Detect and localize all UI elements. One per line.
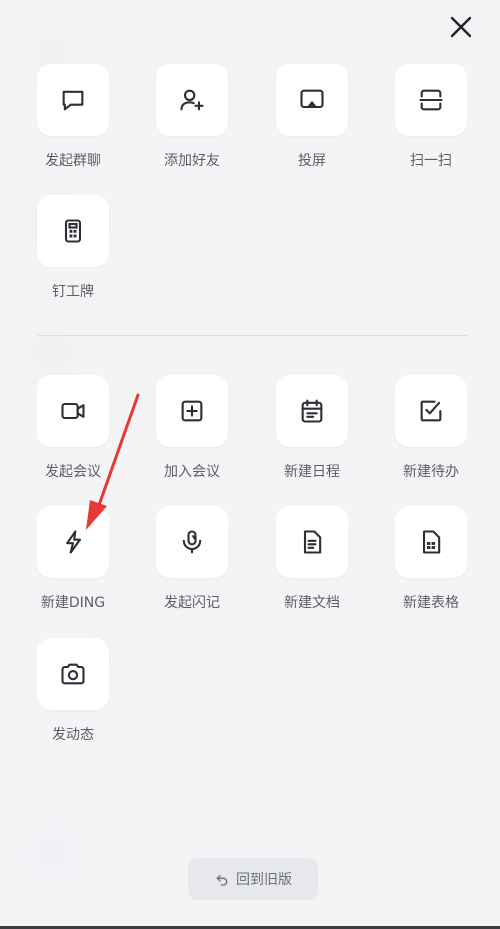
badge-card-icon	[64, 219, 82, 243]
new-todo-label: 新建待办	[403, 464, 459, 480]
new-todo-button[interactable]	[395, 375, 467, 447]
scan-icon	[419, 89, 443, 111]
add-friend-label: 添加好友	[164, 153, 220, 169]
undo-icon	[216, 875, 228, 886]
ding-badge-button[interactable]	[37, 195, 109, 267]
add-friend-button[interactable]	[156, 64, 228, 136]
scan-label: 扫一扫	[410, 153, 452, 169]
new-document-label: 新建文档	[284, 595, 340, 611]
quick-note-label: 发起闪记	[164, 595, 220, 611]
start-meeting-button[interactable]	[37, 375, 109, 447]
close-icon	[450, 16, 472, 38]
back-to-old-version-button[interactable]: 回到旧版	[188, 858, 318, 900]
lightning-icon	[66, 530, 82, 554]
scan[interactable]: 扫一扫	[381, 64, 481, 170]
plus-square-icon	[181, 400, 203, 422]
close-button[interactable]	[446, 12, 476, 42]
add-user-icon	[180, 89, 204, 111]
new-spreadsheet-label: 新建表格	[403, 595, 459, 611]
video-camera-icon	[61, 402, 85, 420]
screen-cast[interactable]: 投屏	[262, 64, 362, 170]
new-ding[interactable]: 新建DING	[23, 506, 123, 612]
start-group-chat-label: 发起群聊	[45, 153, 101, 169]
screen-cast-label: 投屏	[298, 153, 326, 169]
new-spreadsheet[interactable]: 新建表格	[381, 506, 481, 612]
new-todo[interactable]: 新建待办	[381, 375, 481, 481]
screen-cast-icon	[300, 89, 324, 109]
new-schedule-label: 新建日程	[284, 464, 340, 480]
new-document-button[interactable]	[276, 506, 348, 578]
section-divider	[38, 335, 468, 336]
chat-bubble-icon	[62, 90, 84, 111]
post-moment-label: 发动态	[52, 727, 94, 743]
checkbox-icon	[420, 400, 442, 422]
quick-note-button[interactable]	[156, 506, 228, 578]
scan-button[interactable]	[395, 64, 467, 136]
start-meeting[interactable]: 发起会议	[23, 375, 123, 481]
start-meeting-label: 发起会议	[45, 464, 101, 480]
add-friend[interactable]: 添加好友	[142, 64, 242, 170]
new-document[interactable]: 新建文档	[262, 506, 362, 612]
start-group-chat-button[interactable]	[37, 64, 109, 136]
document-icon	[303, 530, 322, 554]
microphone-icon	[182, 530, 202, 554]
new-schedule-button[interactable]	[276, 375, 348, 447]
new-ding-label: 新建DING	[40, 595, 106, 611]
new-schedule[interactable]: 新建日程	[262, 375, 362, 481]
new-ding-button[interactable]	[37, 506, 109, 578]
join-meeting-button[interactable]	[156, 375, 228, 447]
join-meeting[interactable]: 加入会议	[142, 375, 242, 481]
spreadsheet-icon	[422, 530, 441, 554]
ding-badge[interactable]: 钉工牌	[23, 195, 123, 301]
post-moment-button[interactable]	[37, 638, 109, 710]
start-group-chat[interactable]: 发起群聊	[23, 64, 123, 170]
post-moment[interactable]: 发动态	[23, 638, 123, 744]
screen-cast-button[interactable]	[276, 64, 348, 136]
new-spreadsheet-button[interactable]	[395, 506, 467, 578]
camera-icon	[61, 663, 85, 685]
quick-note[interactable]: 发起闪记	[142, 506, 242, 612]
back-to-old-version-label: 回到旧版	[236, 872, 292, 888]
join-meeting-label: 加入会议	[164, 464, 220, 480]
calendar-icon	[301, 399, 323, 423]
ding-badge-label: 钉工牌	[52, 284, 94, 300]
